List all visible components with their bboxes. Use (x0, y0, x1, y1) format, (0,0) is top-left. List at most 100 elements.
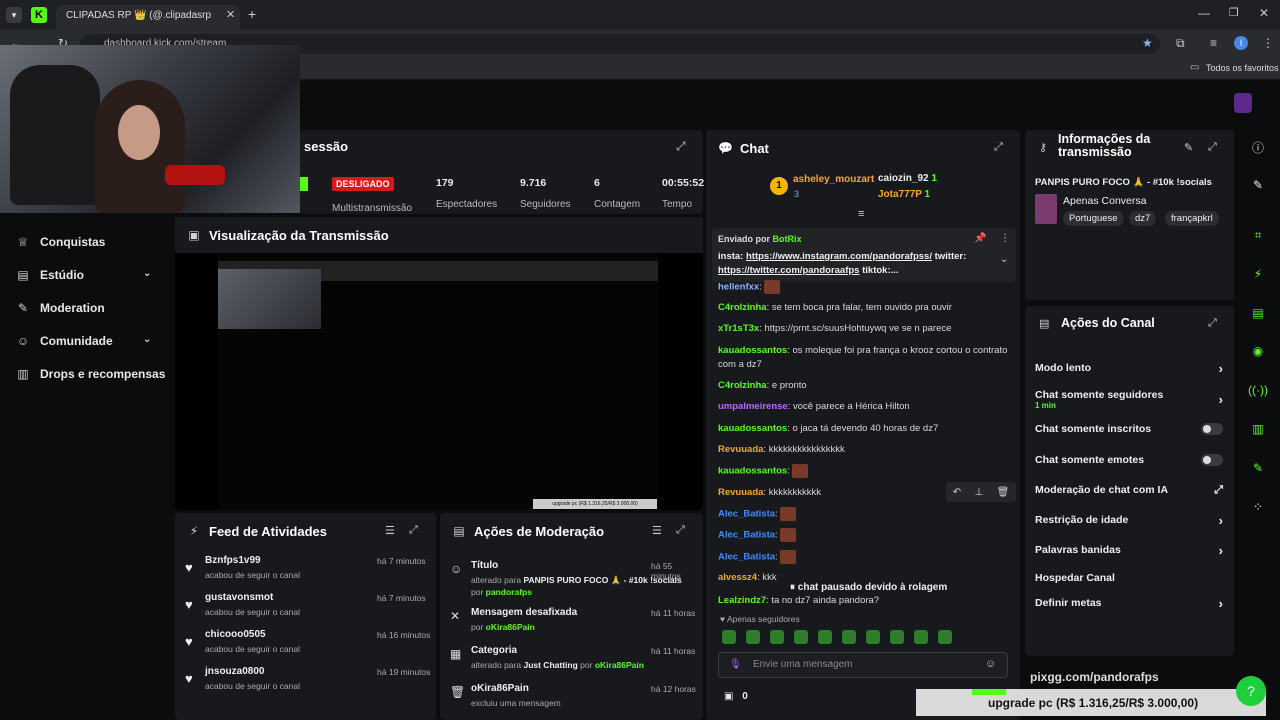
chat-message[interactable]: Lealzindz7: ta no dz7 ainda pandora? (718, 594, 1014, 608)
expand-icon[interactable]: ⤢ (676, 139, 686, 154)
channel-action-item[interactable]: Definir metas › (1035, 589, 1223, 617)
chat-bubble-icon[interactable]: ◉ (1245, 338, 1271, 364)
channel-action-item[interactable]: Palavras banidas › (1035, 536, 1223, 564)
tag-portuguese[interactable]: Portuguese (1063, 211, 1124, 226)
activity-item[interactable]: ♥ gustavonsmot acabou de seguir o canal … (175, 590, 435, 626)
mod-detail-user[interactable]: oKira86Pain (486, 622, 535, 632)
chat-username[interactable]: hellenfxx (718, 282, 759, 293)
expand-icon[interactable]: ⤢ (409, 524, 418, 537)
trash-icon[interactable]: 🗑 (997, 487, 1010, 498)
activity-item[interactable]: ♥ jnsouza0800 acabou de seguir o canal h… (175, 664, 435, 700)
mod-action-item[interactable]: ☺ Título há 55 minutos alterado para PAN… (440, 558, 703, 597)
mod-action-item[interactable]: 🗑 oKira86Pain há 12 horas excluiu uma me… (440, 681, 703, 717)
emote-icon[interactable] (866, 630, 880, 644)
sidebar-item-conquistas[interactable]: ♕ Conquistas (0, 227, 170, 257)
chat-username[interactable]: Alec_Batista (718, 509, 775, 520)
pinned-message[interactable]: Enviado por BotRix 📌 ⋮ insta: https://ww… (712, 228, 1016, 282)
mod-action-item[interactable]: ✕ Mensagem desafixada há 11 horas por oK… (440, 605, 703, 641)
emote-icon[interactable] (722, 630, 736, 644)
chat-message[interactable]: kauadossantos: o jaca tá devendo 40 hora… (718, 422, 1014, 436)
edit-icon[interactable]: ✎ (1245, 172, 1271, 198)
info-icon[interactable]: ⓘ (1245, 134, 1271, 160)
pin-icon[interactable]: ⊥ (974, 487, 983, 498)
channel-action-item[interactable]: Hospedar Canal (1035, 564, 1223, 592)
mod-detail-user[interactable]: pandorafps (486, 587, 532, 597)
chat-message[interactable]: hellenfxx: (718, 280, 1014, 295)
mod-detail-user[interactable]: oKira86Pain (595, 660, 644, 670)
tag-dz7[interactable]: dz7 (1129, 211, 1157, 226)
close-window-icon[interactable]: ✕ (1259, 6, 1269, 20)
document-icon[interactable]: ▤ (1245, 300, 1271, 326)
user-avatar[interactable] (1234, 93, 1252, 113)
chat-message[interactable]: umpalmeirense: você parece a Hérica Hilt… (718, 400, 1014, 414)
chat-message[interactable]: kauadossantos: os moleque foi pra frança… (718, 344, 1014, 372)
filter-icon[interactable]: ☰ (385, 524, 395, 537)
activity-user[interactable]: gustavonsmot (205, 592, 273, 603)
sidebar-item-comunidade[interactable]: ☺ Comunidade ⌄ (0, 326, 170, 356)
expand-icon[interactable]: ⤢ (1208, 317, 1217, 330)
chat-input[interactable]: 🎙 Envie uma mensagem ☺ (718, 652, 1008, 678)
menu-dots-icon[interactable]: ⋮ (1262, 36, 1274, 50)
toggle-switch[interactable] (1201, 454, 1223, 466)
chat-message[interactable]: Alec_Batista: (718, 528, 1014, 543)
bookmark-star-icon[interactable]: ★ (1142, 36, 1153, 50)
channel-action-item[interactable]: Chat somente emotes (1035, 446, 1223, 474)
channel-action-item[interactable]: Restrição de idade › (1035, 506, 1223, 534)
chat-username[interactable]: umpalmeirense (718, 401, 788, 412)
mic-icon[interactable]: 🎙 (729, 659, 742, 670)
apps-icon[interactable]: ⁘ (1245, 494, 1271, 520)
new-tab-icon[interactable]: + (248, 6, 256, 22)
media-icon[interactable]: ≡ (1210, 36, 1217, 50)
chat-username[interactable]: Alec_Batista (718, 552, 775, 563)
pinned-link-2[interactable]: https://twitter.com/pandoraafps (718, 265, 859, 276)
extensions-icon[interactable]: ⧉ (1176, 36, 1185, 51)
emote-icon[interactable] (842, 630, 856, 644)
reply-icon[interactable]: ↶ (953, 487, 961, 498)
tab-close-icon[interactable]: ✕ (226, 8, 235, 21)
channel-action-item[interactable]: Chat somente inscritos (1035, 415, 1223, 443)
chat-username[interactable]: Lealzindz7 (718, 595, 766, 606)
chat-message[interactable]: kauadossantos: (718, 464, 1014, 479)
emote-icon[interactable] (794, 630, 808, 644)
top-gifter-2[interactable]: caiozin_92 1 (878, 173, 937, 184)
chat-username[interactable]: Revuuada (718, 444, 763, 455)
minimize-icon[interactable]: — (1198, 6, 1210, 20)
chat-username[interactable]: kauadossantos (718, 423, 787, 434)
profile-avatar[interactable]: I (1234, 36, 1248, 50)
help-button[interactable]: ? (1236, 676, 1266, 706)
sidebar-item-estudio[interactable]: ▤ Estúdio ⌄ (0, 260, 170, 290)
channel-action-item[interactable]: Modo lento › (1035, 354, 1223, 382)
mod-action-item[interactable]: ▦ Categoria há 11 horas alterado para Ju… (440, 643, 703, 679)
tag-francapkrl[interactable]: françapkrl (1165, 211, 1219, 226)
chat-username[interactable]: Revuuada (718, 487, 763, 498)
top-gifter-3[interactable]: Jota777P 1 (878, 189, 930, 200)
chat-message[interactable]: Revuuada: kkkkkkkkkkkkkkkk (718, 443, 1014, 457)
emote-icon[interactable] (890, 630, 904, 644)
emote-icon[interactable] (746, 630, 760, 644)
emote-icon[interactable] (938, 630, 952, 644)
chat-message[interactable]: Alec_Batista: (718, 507, 1014, 522)
expand-icon[interactable]: ⤢ (994, 141, 1003, 154)
clipboard-icon[interactable]: ▥ (1245, 416, 1271, 442)
pin-icon[interactable]: 📌 (974, 233, 986, 244)
pinned-link-1[interactable]: https://www.instagram.com/pandorafpss/ (746, 251, 932, 262)
chat-message[interactable]: Alec_Batista: (718, 550, 1014, 565)
emoji-icon[interactable]: ☺ (985, 658, 996, 670)
points-display[interactable]: ▣ 0 (724, 691, 748, 702)
expand-icon[interactable]: ⤢ (676, 524, 685, 537)
channel-action-item[interactable]: Moderação de chat com IA ⤢ (1035, 476, 1223, 504)
tab-search-icon[interactable]: ▾ (6, 7, 22, 23)
activity-user[interactable]: Bznfps1v99 (205, 555, 261, 566)
sidebar-item-moderation[interactable]: ✎ Moderation (0, 293, 170, 323)
chat-username[interactable]: C4rolzinha (718, 380, 767, 391)
chat-message[interactable]: xTr1sT3x: https://prnt.sc/suusHohtuywq v… (718, 322, 1014, 336)
filter-icon[interactable]: ☰ (652, 524, 662, 537)
chat-message[interactable]: C4rolzinha: se tem boca pra falar, tem o… (718, 301, 1014, 315)
sidebar-item-drops[interactable]: ▥ Drops e recompensas (0, 359, 170, 389)
chat-username[interactable]: C4rolzinha (718, 302, 767, 313)
collapse-gifters-icon[interactable]: ≡ (858, 208, 864, 220)
emote-icon[interactable] (914, 630, 928, 644)
expand-icon[interactable]: ⤢ (1208, 141, 1217, 154)
chat-username[interactable]: Alec_Batista (718, 530, 775, 541)
wrench-icon[interactable]: ✎ (1245, 455, 1271, 481)
